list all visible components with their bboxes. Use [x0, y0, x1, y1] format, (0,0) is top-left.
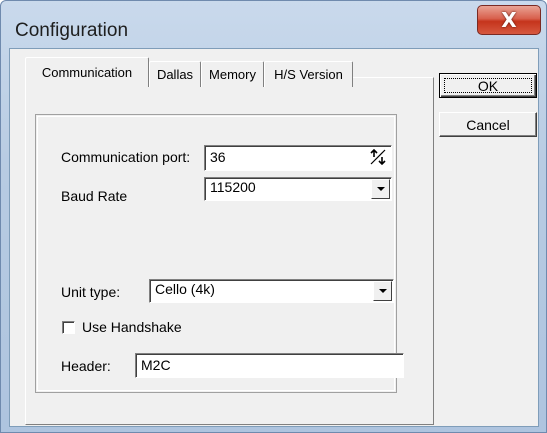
spin-arrows-icon[interactable]	[369, 149, 387, 165]
tab-dallas[interactable]: Dallas	[149, 61, 201, 87]
baud-rate-dropdown-button[interactable]	[371, 179, 390, 199]
tab-memory-label: Memory	[209, 67, 256, 82]
comm-port-label: Communication port:	[61, 149, 191, 165]
baud-rate-value: 115200	[210, 179, 256, 195]
unit-type-value: Cello (4k)	[155, 281, 215, 297]
tab-memory[interactable]: Memory	[201, 61, 264, 87]
baud-rate-dropdown[interactable]: 115200	[204, 177, 392, 201]
baud-rate-label: Baud Rate	[61, 188, 128, 204]
title-bar[interactable]: Configuration X	[1, 1, 546, 47]
handshake-checkbox[interactable]	[62, 321, 75, 334]
handshake-label[interactable]: Use Handshake	[82, 319, 182, 335]
comm-port-value: 36	[210, 149, 226, 165]
window-title: Configuration	[15, 20, 129, 41]
tab-dallas-label: Dallas	[156, 67, 194, 82]
close-icon: X	[501, 8, 517, 32]
header-input[interactable]: M2C	[135, 353, 404, 378]
tab-communication-label: Communication	[41, 65, 133, 80]
chevron-down-icon	[376, 187, 385, 191]
dialog-window: Configuration X Communication Dallas Mem…	[0, 0, 547, 433]
ok-button[interactable]: OK	[439, 73, 537, 98]
unit-type-dropdown[interactable]: Cello (4k)	[149, 279, 394, 303]
comm-port-spinner[interactable]: 36	[204, 145, 392, 171]
close-button[interactable]: X	[477, 5, 541, 35]
unit-type-dropdown-button[interactable]	[373, 281, 392, 301]
header-label: Header:	[61, 358, 111, 374]
cancel-button[interactable]: Cancel	[439, 112, 537, 137]
tab-communication[interactable]: Communication	[25, 57, 149, 87]
ok-button-label: OK	[477, 77, 499, 94]
tab-hs-version[interactable]: H/S Version	[264, 61, 353, 87]
header-value: M2C	[141, 357, 171, 373]
tab-hs-version-label: H/S Version	[274, 67, 343, 82]
unit-type-label: Unit type:	[61, 284, 121, 300]
chevron-down-icon	[378, 289, 387, 293]
cancel-button-label: Cancel	[466, 116, 510, 133]
